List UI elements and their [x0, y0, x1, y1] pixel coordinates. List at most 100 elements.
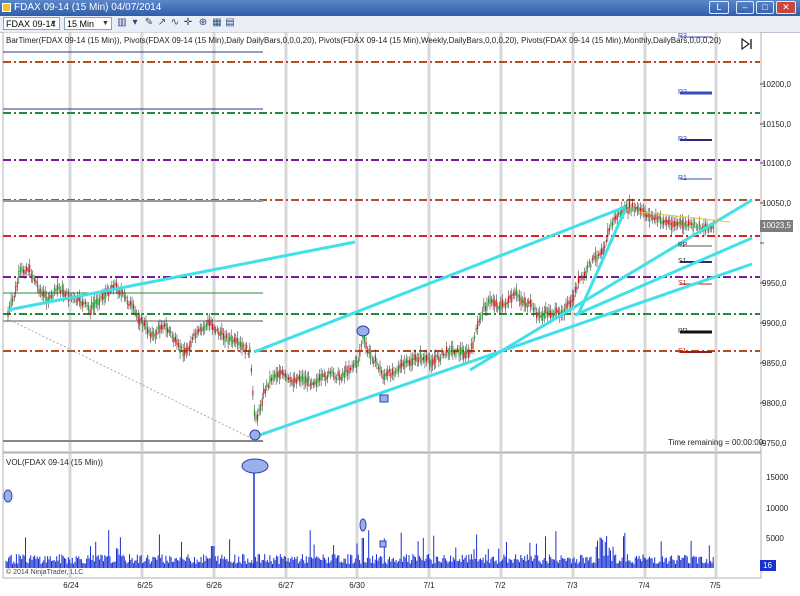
candle-body — [184, 347, 186, 356]
candle-body — [504, 302, 507, 309]
candle-body — [22, 269, 25, 274]
candle-body — [628, 200, 631, 209]
candle-body — [413, 354, 415, 360]
candle-body — [88, 306, 90, 311]
candle-body — [666, 219, 668, 226]
bars-icon[interactable]: ▥ — [116, 17, 128, 30]
candle-body — [580, 275, 583, 278]
chart-style-icon[interactable]: ▾ — [129, 17, 141, 30]
maximize-button[interactable]: □ — [756, 1, 774, 14]
indicator-caption: BarTimer(FDAX 09-14 (15 Min)), Pivots(FD… — [6, 36, 722, 45]
candle-body — [411, 358, 414, 365]
price-label: 10100,0 — [762, 159, 791, 168]
candle-body — [323, 373, 325, 378]
candle-body — [336, 377, 338, 381]
candle-body — [379, 365, 381, 372]
price-chart-canvas[interactable] — [0, 31, 800, 594]
candle-body — [357, 360, 359, 364]
candle-body — [49, 295, 51, 300]
candle-body — [436, 354, 438, 357]
candle-body — [520, 297, 522, 305]
close-button[interactable]: ✕ — [776, 1, 796, 14]
candle-body — [263, 388, 265, 395]
price-label: 10200,0 — [762, 80, 791, 89]
scroll-end-icon[interactable] — [739, 37, 755, 51]
arrow-icon[interactable]: ↗ — [156, 17, 168, 30]
candle-body — [287, 377, 290, 380]
candle-body — [697, 227, 699, 230]
pencil-icon[interactable]: ✎ — [143, 17, 155, 30]
candle-body — [193, 332, 195, 337]
candle-body — [246, 345, 248, 349]
candle-body — [432, 359, 434, 366]
candle-body — [208, 318, 211, 326]
candle-body — [24, 270, 26, 275]
candle-body — [219, 331, 221, 336]
candle-body — [314, 381, 316, 385]
candle-body — [607, 228, 609, 237]
candle-body — [455, 352, 457, 356]
pivot-label: R3 — [678, 33, 687, 40]
data-box-icon[interactable]: ▤ — [224, 17, 236, 30]
candle-body — [425, 354, 428, 362]
candle-body — [382, 374, 384, 380]
pivot-label: R3 — [678, 136, 687, 143]
candle-body — [278, 370, 280, 379]
candle-body — [387, 370, 389, 377]
price-label: 9750,0 — [762, 439, 787, 448]
candle-body — [384, 373, 386, 380]
volume-caption: VOL(FDAX 09-14 (15 Min)) — [6, 458, 103, 467]
candle-body — [591, 258, 593, 261]
candle-body — [543, 311, 545, 318]
candle-body — [10, 298, 12, 307]
candle-body — [404, 360, 406, 369]
pivot-label: PP — [678, 242, 688, 249]
candle-body — [537, 312, 539, 317]
candle-body — [139, 318, 141, 326]
candle-body — [577, 275, 579, 284]
zoom-icon[interactable]: ⊕ — [197, 17, 209, 30]
minimize-button[interactable]: – — [736, 1, 754, 14]
candle-body — [21, 266, 23, 272]
candle-body — [501, 299, 504, 307]
indicator-icon[interactable]: ∿ — [169, 17, 181, 30]
candle-body — [452, 346, 454, 354]
candle-body — [98, 298, 101, 305]
candle-body — [114, 282, 116, 287]
interval-selector[interactable]: 15 Min ▼ — [64, 17, 112, 30]
candle-body — [486, 302, 488, 311]
candle-body — [160, 324, 163, 330]
marker-box — [379, 540, 387, 548]
candle-body — [177, 342, 180, 347]
candle-body — [393, 371, 395, 377]
chart-area[interactable]: BarTimer(FDAX 09-14 (15 Min)), Pivots(FD… — [0, 31, 800, 594]
candle-body — [306, 377, 308, 386]
candle-body — [298, 375, 300, 382]
candle-body — [698, 221, 700, 228]
crosshair-icon[interactable]: ✛ — [182, 17, 194, 30]
candle-body — [305, 375, 307, 383]
candle-body — [415, 354, 417, 361]
candle-body — [463, 351, 465, 360]
instrument-selector[interactable]: FDAX 09-14 ▼ — [3, 17, 60, 30]
candle-body — [588, 261, 590, 265]
candle-body — [233, 337, 235, 343]
window-link-button[interactable]: L — [709, 1, 729, 14]
candle-body — [590, 264, 592, 268]
candle-body — [401, 360, 403, 368]
candle-body — [659, 216, 662, 224]
properties-icon[interactable]: ▦ — [211, 17, 223, 30]
candle-body — [146, 327, 149, 334]
candle-body — [545, 307, 547, 314]
copyright: © 2014 NinjaTrader, LLC — [6, 569, 84, 576]
candle-body — [191, 337, 194, 340]
pivot-label: S1 — [678, 280, 687, 287]
time-remaining: Time remaining = 00:00:00 — [668, 438, 764, 447]
candle-body — [433, 355, 435, 364]
candle-body — [179, 345, 181, 354]
candle-body — [554, 307, 556, 315]
candle-body — [340, 376, 342, 380]
candle-body — [143, 321, 145, 326]
candle-body — [253, 409, 256, 417]
candle-body — [277, 371, 279, 378]
